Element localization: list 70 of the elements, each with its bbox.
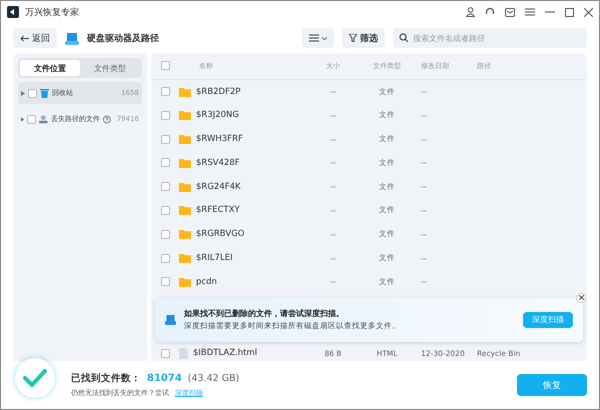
tree-checkbox[interactable] bbox=[28, 88, 37, 98]
close-icon bbox=[578, 295, 584, 300]
back-arrow-icon bbox=[20, 34, 29, 42]
file-name: pcdn bbox=[196, 276, 217, 287]
row-checkbox[interactable] bbox=[161, 182, 170, 192]
maximize-icon[interactable] bbox=[565, 8, 574, 16]
expand-icon[interactable] bbox=[21, 90, 25, 96]
folder-icon bbox=[179, 276, 191, 287]
select-all-checkbox[interactable] bbox=[161, 61, 170, 70]
file-name: $RIL7LEI bbox=[196, 253, 233, 264]
file-name: $R3J20NG bbox=[196, 110, 239, 120]
banner-title: 如果找不到已删除的文件，请尝试深度扫描。 bbox=[184, 308, 345, 320]
deep-scan-button[interactable]: 深度扫描 bbox=[523, 312, 573, 328]
found-label: 已找到文件数： bbox=[71, 372, 141, 385]
file-name: $RG24F4K bbox=[196, 182, 241, 192]
found-size: (43.42 GB) bbox=[188, 373, 240, 384]
folder-icon bbox=[179, 110, 191, 120]
minimize-icon[interactable] bbox=[545, 11, 555, 13]
file-name: $IBDTLAZ.html bbox=[193, 348, 258, 358]
row-checkbox[interactable] bbox=[161, 230, 170, 239]
row-checkbox[interactable] bbox=[161, 158, 170, 168]
file-name: $RSV428F bbox=[196, 158, 240, 168]
row-checkbox[interactable] bbox=[161, 110, 170, 120]
expand-icon[interactable] bbox=[21, 116, 24, 122]
tree-checkbox[interactable] bbox=[27, 114, 36, 124]
file-name: $RGRBVGO bbox=[196, 229, 244, 240]
menu-icon bbox=[309, 34, 319, 42]
location-title: 硬盘驱动器及路径 bbox=[87, 32, 159, 44]
search-field[interactable]: 搜索文件名或者路径 bbox=[393, 28, 587, 48]
folder-icon bbox=[179, 229, 191, 240]
file-icon bbox=[179, 348, 188, 359]
row-checkbox[interactable] bbox=[161, 206, 170, 215]
folder-icon bbox=[179, 158, 191, 168]
file-name: $RWH3FRF bbox=[196, 134, 243, 144]
recover-button[interactable]: 恢复 bbox=[517, 374, 587, 396]
row-checkbox[interactable] bbox=[161, 134, 170, 144]
user-icon[interactable] bbox=[466, 7, 475, 17]
row-checkbox[interactable] bbox=[161, 87, 170, 96]
caret-icon bbox=[322, 36, 327, 40]
folder-icon bbox=[179, 86, 191, 97]
filter-button[interactable]: 筛选 bbox=[342, 28, 385, 48]
folder-icon bbox=[179, 134, 191, 144]
mail-icon[interactable] bbox=[505, 8, 515, 16]
side-tab[interactable]: 文件类型 bbox=[80, 60, 140, 76]
back-button[interactable]: 返回 bbox=[13, 28, 57, 48]
folder-icon bbox=[179, 182, 191, 192]
file-name: $RFECTXY bbox=[196, 205, 240, 216]
file-name: $RB2DF2P bbox=[196, 86, 241, 97]
folder-icon bbox=[179, 253, 191, 264]
headset-icon[interactable] bbox=[485, 7, 495, 17]
window-title: 万兴恢复专家 bbox=[25, 6, 80, 18]
folder-icon bbox=[179, 205, 191, 216]
trash-icon bbox=[40, 88, 49, 98]
search-icon bbox=[399, 33, 408, 42]
row-checkbox[interactable] bbox=[161, 277, 170, 286]
row-checkbox[interactable] bbox=[161, 254, 170, 263]
person-icon bbox=[39, 114, 48, 124]
close-icon[interactable] bbox=[584, 8, 593, 16]
row-checkbox[interactable] bbox=[161, 348, 170, 358]
close-button[interactable] bbox=[576, 292, 586, 303]
app-logo-icon bbox=[7, 6, 19, 18]
drive-icon bbox=[165, 314, 176, 325]
menu-icon[interactable] bbox=[525, 8, 535, 16]
help-icon[interactable] bbox=[103, 114, 111, 124]
filter-icon bbox=[349, 34, 357, 42]
side-tab[interactable]: 文件位置 bbox=[20, 60, 80, 76]
view-menu-button[interactable] bbox=[302, 28, 334, 48]
success-check-icon bbox=[15, 358, 55, 398]
drive-icon bbox=[65, 32, 79, 44]
found-count: 81074 bbox=[147, 373, 182, 384]
